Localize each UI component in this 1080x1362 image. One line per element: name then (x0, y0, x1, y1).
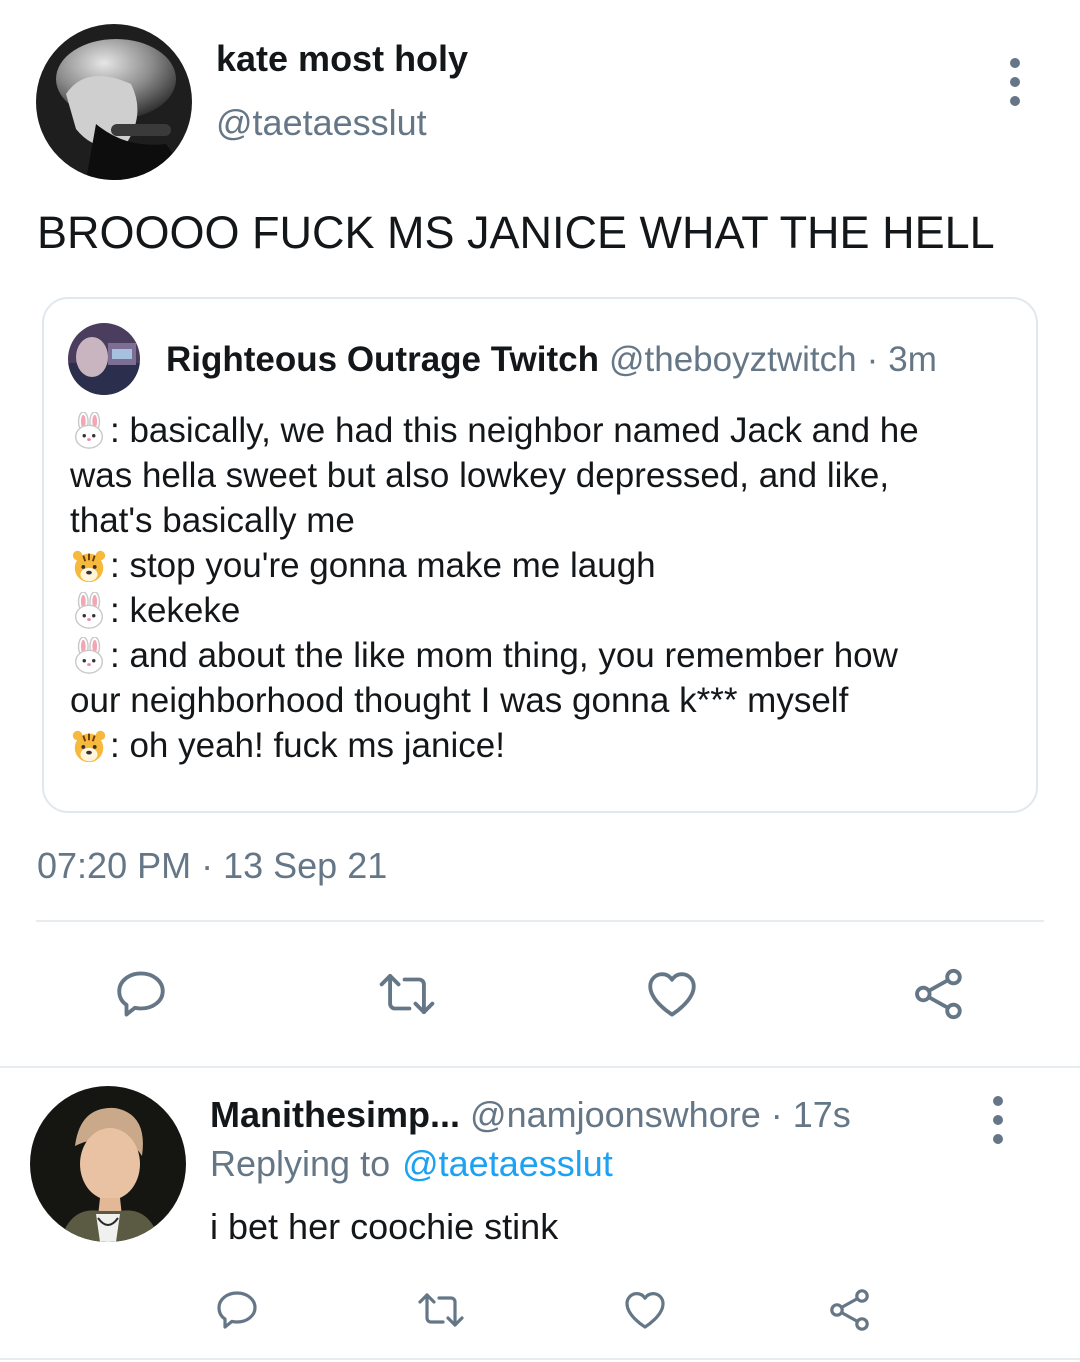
quoted-line: : and about the like mom thing, you reme… (70, 633, 919, 678)
reply-text: i bet her coochie stink (210, 1206, 559, 1247)
divider (0, 1066, 1080, 1068)
quoted-text: : basically, we had this neighbor named … (70, 408, 919, 768)
more-vert-icon (1010, 58, 1020, 68)
reply-like-button[interactable] (621, 1286, 669, 1334)
retweet-icon (418, 1293, 464, 1327)
reply-separator: · (770, 1094, 783, 1135)
reply-author-name[interactable]: Manithesimp... (210, 1094, 460, 1136)
tweet-timestamp: 07:20 PM · 13 Sep 21 (37, 845, 387, 887)
rabbit-face-icon (74, 636, 104, 674)
author-avatar[interactable] (36, 24, 192, 180)
author-handle[interactable]: @taetaesslut (216, 102, 427, 144)
quoted-line: was hella sweet but also lowkey depresse… (70, 456, 890, 495)
quoted-age: 3m (888, 340, 937, 379)
more-vert-icon (993, 1096, 1003, 1106)
retweet-button[interactable] (374, 965, 440, 1023)
quoted-line: that's basically me (70, 501, 355, 540)
rabbit-face-icon (74, 591, 104, 629)
reply-share-button[interactable] (826, 1286, 874, 1334)
share-icon (915, 968, 962, 1020)
tweet-time: 07:20 PM (37, 845, 192, 886)
tiger-face-icon (72, 730, 106, 762)
rabbit-face-icon (74, 411, 104, 449)
heart-icon (625, 1292, 665, 1329)
reply-retweet-button[interactable] (414, 1286, 468, 1334)
timestamp-separator: · (201, 845, 214, 886)
reply-reply-button[interactable] (213, 1286, 261, 1334)
quoted-line: : stop you're gonna make me laugh (70, 543, 919, 588)
quoted-line: : kekeke (70, 588, 919, 633)
quoted-author-handle[interactable]: @theboyztwitch (609, 340, 857, 380)
quoted-separator: · (866, 340, 879, 379)
reply-more-options-button[interactable] (993, 1096, 1003, 1144)
heart-icon (648, 972, 696, 1017)
reply-button[interactable] (112, 965, 170, 1023)
quoted-author-name[interactable]: Righteous Outrage Twitch (166, 340, 599, 380)
reply-icon (117, 971, 165, 1017)
tweet-date: 13 Sep 21 (223, 845, 388, 886)
quoted-line: : oh yeah! fuck ms janice! (70, 723, 919, 768)
more-options-button[interactable] (1010, 58, 1020, 106)
reply-icon (217, 1291, 257, 1329)
quoted-author-avatar[interactable] (68, 323, 140, 395)
replying-to-link[interactable]: @taetaesslut (402, 1143, 613, 1185)
share-button[interactable] (910, 965, 968, 1023)
replying-to-label: Replying to (210, 1143, 391, 1184)
share-icon (830, 1289, 869, 1331)
retweet-icon (379, 973, 435, 1015)
reply-author-handle[interactable]: @namjoonswhore (470, 1094, 761, 1136)
replying-to: Replying to @taetaesslut (210, 1143, 613, 1185)
divider (36, 920, 1044, 922)
tweet-text: BROOOO FUCK MS JANICE WHAT THE HELL (37, 207, 995, 258)
like-button[interactable] (643, 965, 701, 1023)
reply-age: 17s (792, 1094, 851, 1135)
reply-author-avatar[interactable] (30, 1086, 186, 1242)
author-name[interactable]: kate most holy (216, 38, 468, 80)
tiger-face-icon (72, 550, 106, 582)
quoted-line: our neighborhood thought I was gonna k**… (70, 681, 849, 720)
quoted-line: : basically, we had this neighbor named … (70, 408, 919, 453)
divider (0, 1358, 1080, 1360)
